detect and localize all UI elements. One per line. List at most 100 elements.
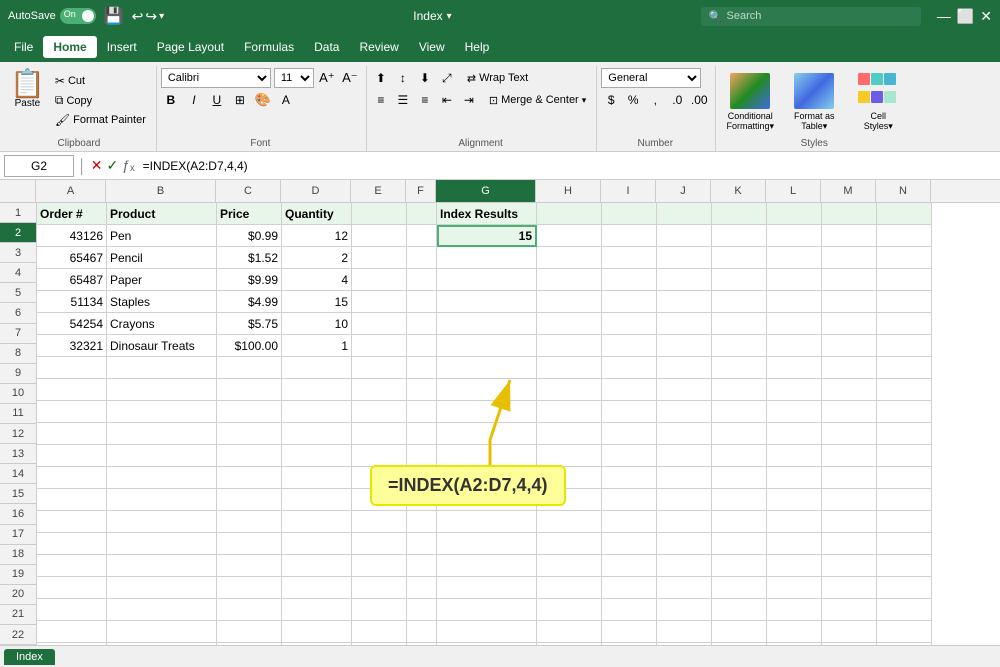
cell-C13[interactable]: [217, 467, 282, 489]
col-header-N[interactable]: N: [876, 180, 931, 202]
cell-M2[interactable]: [822, 225, 877, 247]
cell-H6[interactable]: [537, 313, 602, 335]
cell-L7[interactable]: [767, 335, 822, 357]
cell-M7[interactable]: [822, 335, 877, 357]
cell-D2[interactable]: 12: [282, 225, 352, 247]
cell-E12[interactable]: [352, 445, 407, 467]
name-box[interactable]: [4, 155, 74, 177]
cell-I11[interactable]: [602, 423, 657, 445]
merge-center-button[interactable]: ⊡ Merge & Center ▾: [485, 92, 590, 109]
cell-L18[interactable]: [767, 577, 822, 599]
cell-K21[interactable]: [712, 643, 767, 645]
cell-A20[interactable]: [37, 621, 107, 643]
cell-F19[interactable]: [407, 599, 437, 621]
cell-C14[interactable]: [217, 489, 282, 511]
accounting-button[interactable]: $: [601, 90, 621, 110]
cell-J13[interactable]: [657, 467, 712, 489]
cell-F14[interactable]: [407, 489, 437, 511]
cell-N11[interactable]: [877, 423, 932, 445]
cell-B15[interactable]: [107, 511, 217, 533]
cell-H19[interactable]: [537, 599, 602, 621]
cell-C12[interactable]: [217, 445, 282, 467]
row-header-13[interactable]: 13: [0, 444, 36, 464]
cell-I7[interactable]: [602, 335, 657, 357]
cell-D14[interactable]: [282, 489, 352, 511]
cell-I2[interactable]: [602, 225, 657, 247]
cell-D16[interactable]: [282, 533, 352, 555]
cell-G18[interactable]: [437, 577, 537, 599]
cell-K15[interactable]: [712, 511, 767, 533]
comma-button[interactable]: ,: [645, 90, 665, 110]
cell-B4[interactable]: Paper: [107, 269, 217, 291]
cell-D5[interactable]: 15: [282, 291, 352, 313]
cell-H20[interactable]: [537, 621, 602, 643]
cell-J18[interactable]: [657, 577, 712, 599]
cell-K12[interactable]: [712, 445, 767, 467]
cell-D17[interactable]: [282, 555, 352, 577]
cell-N18[interactable]: [877, 577, 932, 599]
cell-F8[interactable]: [407, 357, 437, 379]
cell-I6[interactable]: [602, 313, 657, 335]
font-grow-button[interactable]: A⁺: [317, 68, 337, 88]
cell-J7[interactable]: [657, 335, 712, 357]
cell-E11[interactable]: [352, 423, 407, 445]
cell-K2[interactable]: [712, 225, 767, 247]
cell-C9[interactable]: [217, 379, 282, 401]
quick-access-more[interactable]: ▾: [159, 11, 164, 22]
cell-I10[interactable]: [602, 401, 657, 423]
cell-D7[interactable]: 1: [282, 335, 352, 357]
cell-E15[interactable]: [352, 511, 407, 533]
cell-F6[interactable]: [407, 313, 437, 335]
cell-A11[interactable]: [37, 423, 107, 445]
cell-J11[interactable]: [657, 423, 712, 445]
cell-G2[interactable]: 15: [437, 225, 537, 247]
cell-H12[interactable]: [537, 445, 602, 467]
cell-M1[interactable]: [822, 203, 877, 225]
cell-J4[interactable]: [657, 269, 712, 291]
cell-B9[interactable]: [107, 379, 217, 401]
decrease-decimal-button[interactable]: .0: [667, 90, 687, 110]
cell-G13[interactable]: [437, 467, 537, 489]
cell-L19[interactable]: [767, 599, 822, 621]
cell-K17[interactable]: [712, 555, 767, 577]
cell-M4[interactable]: [822, 269, 877, 291]
cell-J12[interactable]: [657, 445, 712, 467]
cell-D1[interactable]: Quantity: [282, 203, 352, 225]
align-top-button[interactable]: ⬆: [371, 68, 391, 88]
cell-K14[interactable]: [712, 489, 767, 511]
cell-H8[interactable]: [537, 357, 602, 379]
cell-D18[interactable]: [282, 577, 352, 599]
cell-E7[interactable]: [352, 335, 407, 357]
cell-K1[interactable]: [712, 203, 767, 225]
row-header-6[interactable]: 6: [0, 303, 36, 323]
cell-F2[interactable]: [407, 225, 437, 247]
formula-input[interactable]: [139, 159, 996, 173]
row-header-10[interactable]: 10: [0, 384, 36, 404]
cell-J17[interactable]: [657, 555, 712, 577]
cell-D13[interactable]: [282, 467, 352, 489]
cell-F21[interactable]: [407, 643, 437, 645]
row-header-17[interactable]: 17: [0, 525, 36, 545]
cell-K19[interactable]: [712, 599, 767, 621]
align-bottom-button[interactable]: ⬇: [415, 68, 435, 88]
autosave-toggle[interactable]: On: [60, 8, 96, 24]
row-header-5[interactable]: 5: [0, 283, 36, 303]
cell-I14[interactable]: [602, 489, 657, 511]
cell-N17[interactable]: [877, 555, 932, 577]
cell-H16[interactable]: [537, 533, 602, 555]
cell-M13[interactable]: [822, 467, 877, 489]
cell-A13[interactable]: [37, 467, 107, 489]
fill-color-button[interactable]: 🎨: [253, 90, 273, 110]
cell-M19[interactable]: [822, 599, 877, 621]
menu-view[interactable]: View: [409, 36, 455, 58]
cell-F3[interactable]: [407, 247, 437, 269]
cell-L17[interactable]: [767, 555, 822, 577]
cell-F12[interactable]: [407, 445, 437, 467]
row-header-14[interactable]: 14: [0, 464, 36, 484]
cell-F13[interactable]: [407, 467, 437, 489]
cell-N10[interactable]: [877, 401, 932, 423]
cell-G19[interactable]: [437, 599, 537, 621]
cell-D21[interactable]: [282, 643, 352, 645]
cell-N16[interactable]: [877, 533, 932, 555]
cell-L6[interactable]: [767, 313, 822, 335]
